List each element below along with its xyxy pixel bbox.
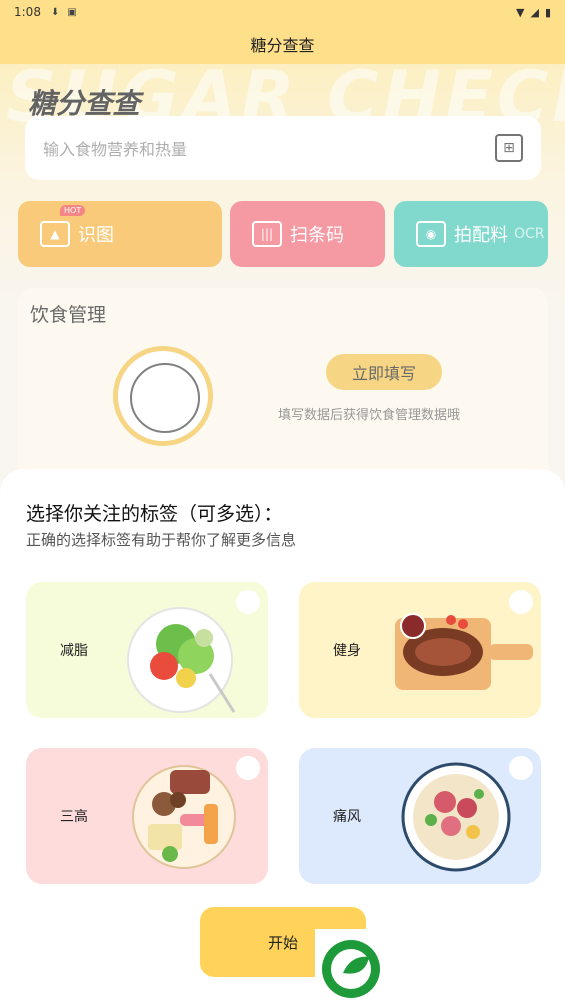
tag-card-fat-loss[interactable]: 减脂: [26, 582, 268, 718]
leaf-logo-icon: [322, 940, 380, 998]
tag-checkbox[interactable]: [236, 756, 260, 780]
tag-label: 减脂: [60, 643, 88, 659]
tag-checkbox[interactable]: [509, 590, 533, 614]
app-notification-icon: ▣: [67, 6, 77, 18]
status-icons: ▼ ◢ ▮: [516, 6, 551, 19]
tag-label: 痛风: [333, 809, 361, 825]
app-bar-title: 糖分查查: [250, 36, 315, 55]
wifi-icon: ▼: [516, 5, 525, 19]
tag-selection-sheet: 选择你关注的标签（可多选）： 正确的选择标签有助于帮你了解更多信息 减脂 健身: [0, 469, 565, 1004]
sheet-subtitle: 正确的选择标签有助于帮你了解更多信息: [26, 531, 297, 549]
tag-card-three-highs[interactable]: 三高: [26, 748, 268, 884]
app-bar: 糖分查查: [0, 24, 565, 64]
salad-plate-image: [127, 607, 236, 713]
tag-checkbox[interactable]: [509, 756, 533, 780]
tag-checkbox[interactable]: [236, 590, 260, 614]
tag-label: 三高: [60, 809, 88, 825]
tag-card-gout[interactable]: 痛风: [299, 748, 541, 884]
status-time: 1:08: [14, 5, 41, 19]
mixed-platter-image: [132, 765, 236, 869]
signal-icon: ◢: [530, 5, 539, 19]
status-bar: 1:08 ⬇ ▣ ▼ ◢ ▮: [0, 0, 565, 24]
battery-icon: ▮: [544, 5, 551, 19]
app-logo: [315, 929, 385, 1004]
download-icon: ⬇: [50, 6, 60, 18]
steak-board-image: [395, 613, 533, 690]
sheet-title: 选择你关注的标签（可多选）：: [26, 503, 283, 525]
tag-card-fitness[interactable]: 健身: [299, 582, 541, 718]
noodle-bowl-image: [401, 762, 511, 872]
tag-label: 健身: [333, 643, 361, 659]
